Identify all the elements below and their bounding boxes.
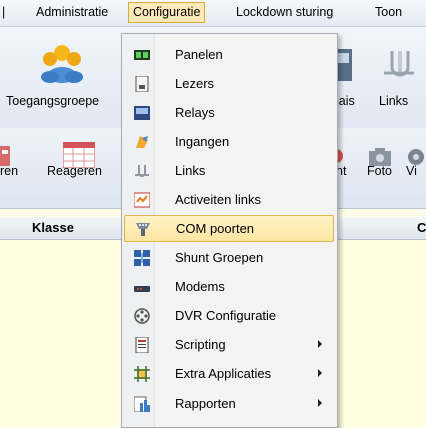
menu-item-relays[interactable]: Relays — [124, 100, 332, 125]
menu-item-panelen[interactable]: Panelen — [124, 42, 332, 67]
menubar-edge-separator: | — [2, 5, 6, 19]
menu-item-label: Relays — [175, 105, 215, 120]
links-button[interactable]: Links — [374, 27, 426, 127]
column-klasse[interactable]: Klasse — [32, 220, 74, 235]
menu-item-rapporten[interactable]: Rapporten — [124, 391, 332, 416]
access-groups-button[interactable]: Toegangsgroepe — [0, 27, 120, 127]
links-label: Links — [379, 94, 409, 108]
menu-item-com-poorten[interactable]: COM poorten — [124, 215, 334, 242]
foto-button[interactable]: Foto — [364, 128, 400, 206]
menu-bar: | Administratie Configuratie Lockdown st… — [0, 0, 426, 27]
menu-item-extra-applicaties[interactable]: Extra Applicaties — [124, 361, 332, 386]
submenu-arrow-icon — [318, 340, 322, 348]
reports-icon — [134, 396, 150, 412]
menu-item-dvr-configuratie[interactable]: DVR Configuratie — [124, 303, 332, 328]
script-icon — [135, 337, 149, 353]
menu-item-label: Ingangen — [175, 134, 230, 149]
menu-item-label: Extra Applicaties — [175, 366, 272, 381]
shunt-groups-icon — [134, 250, 150, 266]
link-large-icon — [384, 51, 414, 77]
menu-item-shunt-groepen[interactable]: Shunt Groepen — [124, 245, 332, 270]
access-groups-label: Toegangsgroepe — [6, 94, 100, 108]
video-label: Vi — [406, 164, 417, 178]
submenu-arrow-icon — [318, 399, 322, 407]
menu-item-label: Lezers — [175, 76, 215, 91]
menu-item-label: COM poorten — [176, 221, 255, 236]
menu-item-label: Shunt Groepen — [175, 250, 264, 265]
menu-item-label: DVR Configuratie — [175, 308, 277, 323]
dvr-icon — [134, 308, 150, 324]
menu-item-links[interactable]: Links — [124, 158, 332, 183]
activity-links-icon — [134, 192, 150, 208]
relay-icon — [134, 106, 150, 120]
column-right-partial[interactable]: C — [417, 220, 426, 235]
menu-item-label: Activeiten links — [175, 192, 261, 207]
menu-item-label: Rapporten — [175, 396, 236, 411]
reageren-label: Reageren — [47, 164, 102, 178]
menu-toon[interactable]: Toon — [371, 3, 406, 22]
menu-item-label: Panelen — [175, 47, 223, 62]
com-port-icon — [136, 223, 150, 236]
menu-item-label: Modems — [175, 279, 225, 294]
reader-icon — [135, 76, 149, 92]
configuratie-dropdown: Panelen Lezers Relays Ingangen Links Act… — [121, 33, 338, 428]
users-group-icon — [41, 45, 83, 83]
menu-item-ingangen[interactable]: Ingangen — [124, 129, 332, 154]
menu-configuratie[interactable]: Configuratie — [128, 2, 206, 23]
relais-button[interactable]: lais — [334, 27, 376, 127]
menu-item-label: Scripting — [175, 337, 226, 352]
relais-label: lais — [336, 94, 355, 108]
menu-item-modems[interactable]: Modems — [124, 274, 332, 299]
reageren-button[interactable]: Reageren — [44, 128, 118, 206]
panel-icon — [134, 50, 150, 60]
foto-label: Foto — [367, 164, 393, 178]
video-button[interactable]: Vi — [404, 128, 426, 206]
menu-item-activeiten-links[interactable]: Activeiten links — [124, 187, 332, 212]
menu-administratie[interactable]: Administratie — [32, 3, 112, 22]
menu-item-scripting[interactable]: Scripting — [124, 332, 332, 357]
link-icon — [135, 165, 149, 177]
menu-lockdown-sturing[interactable]: Lockdown sturing — [232, 3, 337, 22]
ribbon2-label-ren[interactable]: ren — [0, 164, 18, 178]
input-icon — [136, 136, 148, 148]
submenu-arrow-icon — [318, 369, 322, 377]
menu-item-lezers[interactable]: Lezers — [124, 71, 332, 96]
extra-apps-icon — [134, 366, 150, 382]
menu-item-label: Links — [175, 163, 206, 178]
modem-icon — [134, 286, 150, 292]
